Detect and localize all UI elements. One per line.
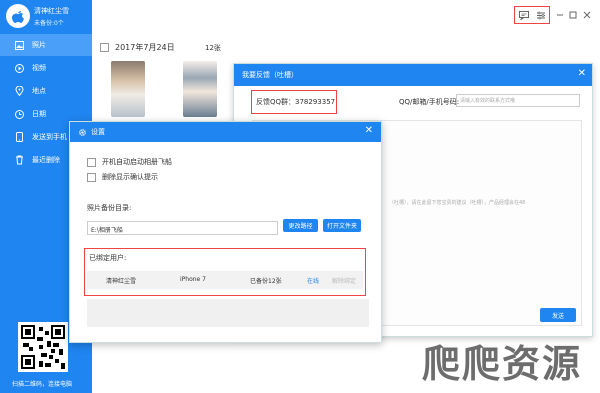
autostart-checkbox[interactable] <box>87 157 96 167</box>
photo-icon <box>14 40 24 50</box>
close-icon[interactable]: ✕ <box>578 68 586 79</box>
contact-input[interactable]: 请输入有效的联系方式哦 <box>456 94 580 107</box>
photo-count: 12张 <box>205 44 221 52</box>
sidebar-item-videos[interactable]: 视频 <box>0 57 92 79</box>
qr-code <box>18 322 68 372</box>
sidebar-item-label: 照片 <box>32 41 46 49</box>
feedback-hint: （吐槽），请在此留下您宝贵的建议（吐槽），产品经理会在48 <box>389 200 526 206</box>
feedback-title: 我要反馈（吐槽） <box>242 71 298 79</box>
avatar[interactable] <box>6 4 30 28</box>
bound-user-device: iPhone 7 <box>180 276 206 283</box>
delete-confirm-label: 删除显示确认提示 <box>102 173 158 181</box>
photo-thumbnail[interactable] <box>183 61 217 117</box>
feedback-titlebar: 我要反馈（吐槽） ✕ <box>234 64 592 86</box>
sidebar-item-photos[interactable]: 照片 <box>0 34 92 56</box>
qr-caption: 扫描二维码，连接电脑 <box>12 381 73 388</box>
open-folder-button[interactable]: 打开文件夹 <box>323 219 361 232</box>
location-icon <box>14 86 24 96</box>
close-icon[interactable]: ✕ <box>365 125 373 136</box>
select-all-checkbox[interactable] <box>100 43 109 52</box>
sidebar-item-label: 视频 <box>32 64 46 72</box>
change-path-button[interactable]: 更改路径 <box>283 219 318 232</box>
bound-user-backup: 已备份12张 <box>250 278 282 285</box>
maximize-icon[interactable] <box>566 8 580 22</box>
sidebar-item-label: 最近删除 <box>32 156 60 164</box>
settings-titlebar: 设置 ✕ <box>70 122 381 142</box>
unbind-button[interactable]: 解除绑定 <box>332 276 356 285</box>
autostart-option[interactable]: 开机自动启动相册飞船 <box>87 157 172 167</box>
settings-title: 设置 <box>91 128 105 136</box>
user-name: 清神红尘雪 <box>34 7 69 15</box>
backup-status: 未备份:0个 <box>34 20 64 27</box>
backup-dir-input[interactable]: E:\相册飞船 <box>87 221 278 235</box>
backup-dir-label: 照片备份目录: <box>87 204 132 212</box>
bound-user-status: 在线 <box>307 278 320 285</box>
close-icon[interactable] <box>580 8 594 22</box>
watermark: 爬爬资源 <box>422 341 583 386</box>
sidebar-item-places[interactable]: 地点 <box>0 80 92 102</box>
phone-icon <box>14 132 24 142</box>
date-label: 2017年7月24日 <box>115 43 175 52</box>
qq-group-text: 反馈QQ群：378293357 <box>256 98 336 106</box>
bound-users-label: 已绑定用户: <box>89 254 127 262</box>
delete-confirm-option[interactable]: 删除显示确认提示 <box>87 172 158 182</box>
apple-icon <box>12 11 24 23</box>
bound-users-list-area <box>87 299 369 327</box>
autostart-label: 开机自动启动相册飞船 <box>102 158 172 166</box>
send-button[interactable]: 发送 <box>540 308 576 322</box>
settings-icon[interactable] <box>534 8 548 22</box>
date-group-header: 2017年7月24日 <box>100 42 175 53</box>
gear-icon <box>79 128 86 136</box>
feedback-icon[interactable] <box>517 8 531 22</box>
qq-group-box: 反馈QQ群：378293357 <box>251 90 337 114</box>
trash-icon <box>14 155 24 165</box>
bound-user-row: 清神红尘雪 iPhone 7 已备份12张 在线 解除绑定 <box>87 271 363 289</box>
sidebar-item-label: 发送到手机 <box>32 133 67 141</box>
contact-label: QQ/邮箱/手机号码: <box>399 98 460 106</box>
video-icon <box>14 63 24 73</box>
minimize-icon[interactable] <box>553 8 567 22</box>
sidebar-item-label: 日期 <box>32 110 46 118</box>
photo-thumbnail[interactable] <box>111 61 145 117</box>
calendar-icon <box>14 109 24 119</box>
delete-confirm-checkbox[interactable] <box>87 172 96 182</box>
sidebar-item-label: 地点 <box>32 87 46 95</box>
settings-dialog: 设置 ✕ 开机自动启动相册飞船 删除显示确认提示 照片备份目录: E:\相册飞船… <box>69 121 382 343</box>
bound-user-name: 清神红尘雪 <box>106 278 137 285</box>
